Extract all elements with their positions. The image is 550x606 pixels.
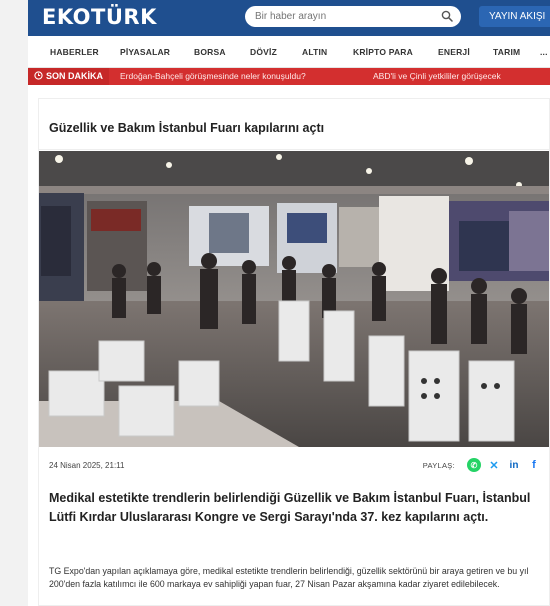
share-label: PAYLAŞ: bbox=[422, 460, 455, 470]
page: EKOTÜRK YAYIN AKIŞI HABERLER PİYASALAR B… bbox=[28, 0, 550, 606]
main-nav: HABERLER PİYASALAR BORSA DÖVİZ ALTIN KRİ… bbox=[28, 36, 550, 68]
article-lead: Medikal estetikte trendlerin belirlendiğ… bbox=[49, 491, 531, 524]
live-stream-button[interactable]: YAYIN AKIŞI bbox=[479, 6, 550, 27]
nav-item-altin[interactable]: ALTIN bbox=[302, 47, 327, 57]
article-card: Güzellik ve Bakım İstanbul Fuarı kapılar… bbox=[38, 98, 550, 606]
top-header: EKOTÜRK YAYIN AKIŞI bbox=[28, 0, 550, 36]
search-input[interactable] bbox=[255, 9, 435, 24]
whatsapp-icon[interactable]: ✆ bbox=[467, 458, 481, 472]
article-date: 24 Nisan 2025, 21:11 bbox=[49, 461, 125, 470]
nav-item-piyasalar[interactable]: PİYASALAR bbox=[120, 47, 170, 57]
linkedin-icon[interactable]: in bbox=[507, 458, 521, 472]
breaking-news-item[interactable]: Erdoğan-Bahçeli görüşmesinde neler konuş… bbox=[120, 68, 306, 85]
x-icon[interactable]: ✕ bbox=[487, 458, 501, 472]
search-icon[interactable] bbox=[441, 10, 453, 22]
article-title: Güzellik ve Bakım İstanbul Fuarı kapılar… bbox=[49, 121, 325, 135]
breaking-news-bar: Erdoğan-Bahçeli görüşmesinde neler konuş… bbox=[28, 68, 550, 85]
nav-more-button[interactable]: ... bbox=[540, 47, 548, 57]
fair-hall-photo bbox=[39, 151, 549, 447]
clock-icon bbox=[34, 71, 43, 80]
breaking-news-label-text: SON DAKİKA bbox=[46, 71, 104, 81]
nav-item-borsa[interactable]: BORSA bbox=[194, 47, 226, 57]
article-photo[interactable] bbox=[39, 151, 549, 447]
nav-item-enerji[interactable]: ENERJİ bbox=[438, 47, 470, 57]
article-body: TG Expo'dan yapılan açıklamaya göre, med… bbox=[49, 566, 529, 589]
nav-item-doviz[interactable]: DÖVİZ bbox=[250, 47, 277, 57]
share-bar: PAYLAŞ: ✆ ✕ in f bbox=[423, 457, 541, 473]
facebook-icon[interactable]: f bbox=[527, 458, 541, 472]
breaking-news-label: SON DAKİKA bbox=[28, 68, 110, 85]
nav-item-kripto-para[interactable]: KRİPTO PARA bbox=[353, 47, 413, 57]
search-box[interactable] bbox=[245, 6, 461, 27]
breaking-news-item[interactable]: ABD'li ve Çinli yetkililer görüşecek bbox=[373, 68, 501, 85]
site-logo[interactable]: EKOTÜRK bbox=[42, 5, 157, 29]
divider bbox=[39, 149, 549, 150]
nav-item-haberler[interactable]: HABERLER bbox=[50, 47, 99, 57]
nav-item-tarim[interactable]: TARIM bbox=[493, 47, 520, 57]
